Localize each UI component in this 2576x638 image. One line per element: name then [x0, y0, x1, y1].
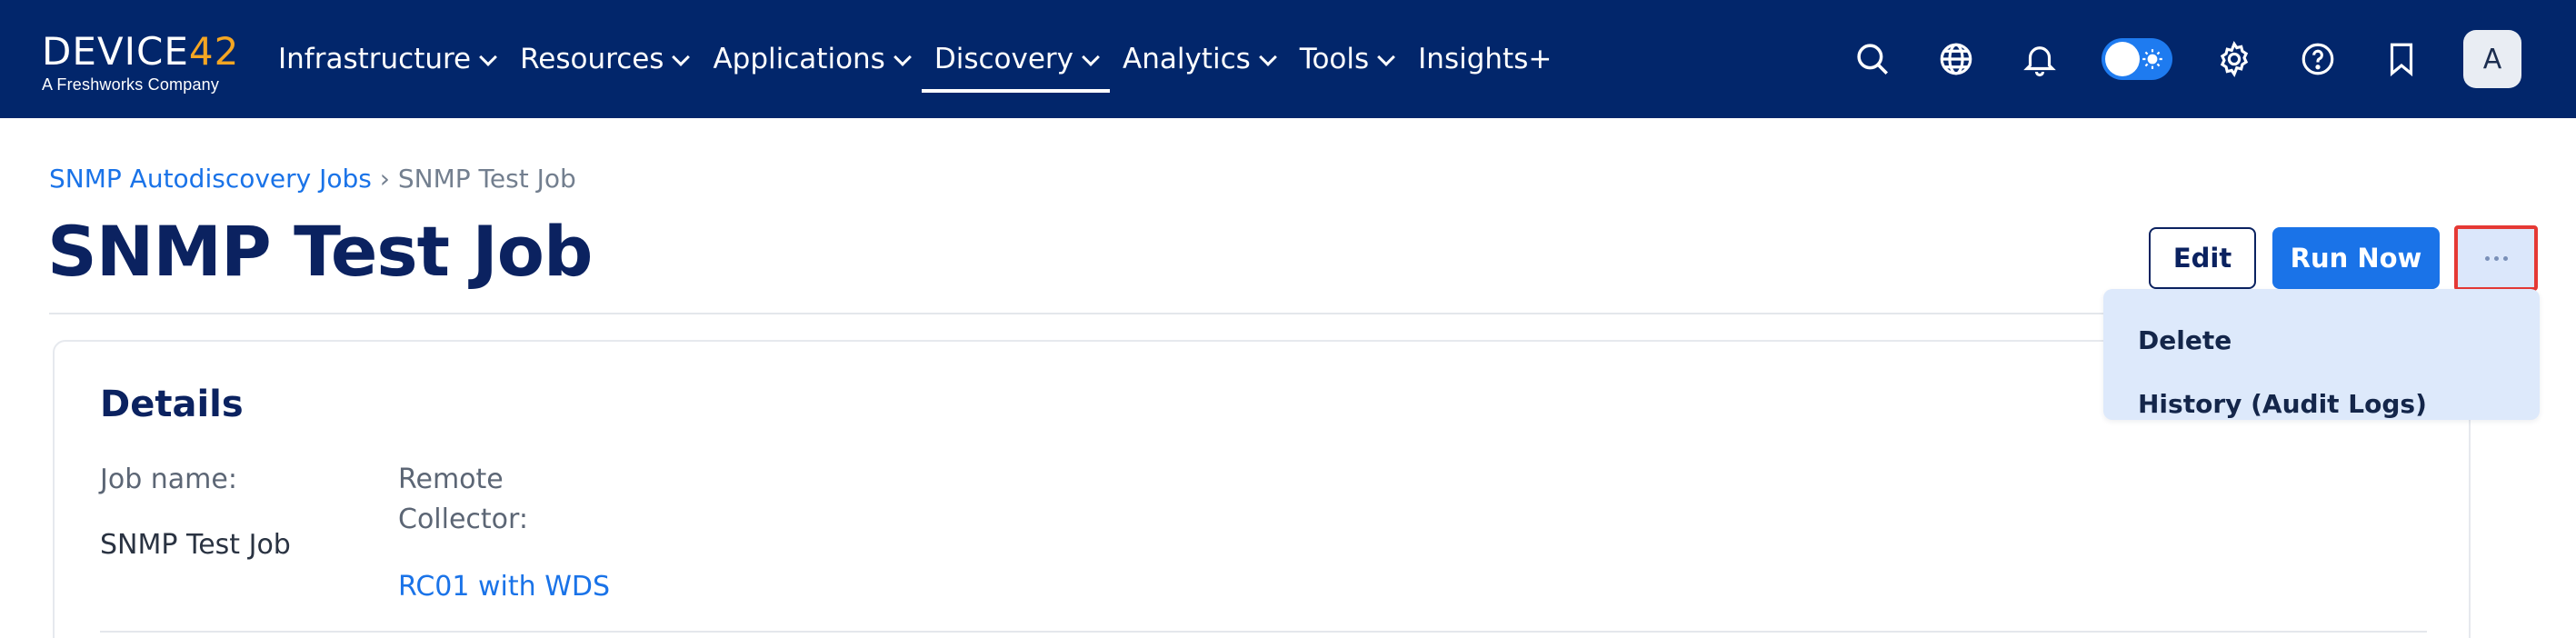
card-divider [100, 631, 2427, 633]
bell-icon[interactable] [2018, 37, 2062, 81]
breadcrumb: SNMP Autodiscovery Jobs › SNMP Test Job [49, 164, 576, 194]
avatar[interactable]: A [2463, 30, 2521, 88]
chevron-down-icon [1377, 48, 1396, 66]
chevron-down-icon [479, 48, 498, 66]
gear-icon[interactable] [2212, 37, 2256, 81]
breadcrumb-link-snmp-jobs[interactable]: SNMP Autodiscovery Jobs [49, 164, 372, 194]
page-title: SNMP Test Job [47, 211, 593, 292]
help-icon[interactable] [2296, 37, 2340, 81]
logo-wordmark: DEVICE42 [42, 31, 242, 73]
ellipsis-icon [2484, 255, 2508, 261]
nav-item-label: Discovery [934, 43, 1073, 75]
logo-tagline: A Freshworks Company [42, 75, 220, 94]
job-name-label: Job name: [100, 464, 237, 495]
chevron-down-icon [672, 48, 691, 66]
remote-collector-label-line1: Remote [398, 464, 504, 495]
nav-item-discovery[interactable]: Discovery [921, 0, 1111, 118]
sun-icon [2142, 49, 2162, 69]
run-now-button[interactable]: Run Now [2272, 227, 2440, 289]
chevron-down-icon [1082, 48, 1100, 66]
edit-button[interactable]: Edit [2149, 227, 2256, 289]
nav-item-insights[interactable]: Insights+ [1405, 0, 1564, 118]
nav-item-label: Tools [1299, 43, 1370, 75]
nav-item-applications[interactable]: Applications [700, 0, 921, 118]
remote-collector-label: Remote Collector: [398, 460, 528, 540]
nav-item-tools[interactable]: Tools [1287, 0, 1405, 118]
nav-item-label: Analytics [1123, 43, 1251, 75]
details-heading: Details [100, 384, 244, 425]
main-menu: Infrastructure Resources Applications Di… [265, 0, 1564, 118]
nav-item-infrastructure[interactable]: Infrastructure [265, 0, 507, 118]
search-icon[interactable] [1851, 37, 1894, 81]
nav-item-label: Applications [713, 43, 885, 75]
menu-item-history-audit-logs[interactable]: History (Audit Logs) [2138, 389, 2427, 419]
globe-icon[interactable] [1934, 37, 1978, 81]
more-actions-dropdown: Delete History (Audit Logs) [2103, 289, 2540, 420]
more-actions-button[interactable] [2454, 225, 2538, 291]
nav-item-label: Resources [520, 43, 664, 75]
breadcrumb-separator: › [379, 164, 390, 194]
breadcrumb-current: SNMP Test Job [397, 164, 576, 194]
chevron-down-icon [1258, 48, 1277, 66]
remote-collector-link[interactable]: RC01 with WDS [398, 571, 610, 603]
nav-item-label: Infrastructure [278, 43, 472, 75]
job-name-value: SNMP Test Job [100, 529, 291, 561]
nav-item-label: Insights+ [1418, 43, 1553, 75]
menu-item-delete[interactable]: Delete [2138, 325, 2232, 355]
chevron-down-icon [893, 48, 912, 66]
theme-toggle[interactable] [2102, 38, 2172, 80]
remote-collector-label-line2: Collector: [398, 503, 528, 535]
nav-item-analytics[interactable]: Analytics [1110, 0, 1287, 118]
logo-number: 42 [188, 29, 240, 74]
device42-logo[interactable]: DEVICE42 A Freshworks Company [42, 31, 242, 96]
top-navbar: DEVICE42 A Freshworks Company Infrastruc… [0, 0, 2576, 118]
nav-utility-icons: A [1811, 0, 2521, 118]
toggle-knob [2105, 42, 2140, 76]
nav-item-resources[interactable]: Resources [507, 0, 700, 118]
logo-text: DEVICE [42, 29, 189, 74]
bookmark-icon[interactable] [2380, 37, 2423, 81]
